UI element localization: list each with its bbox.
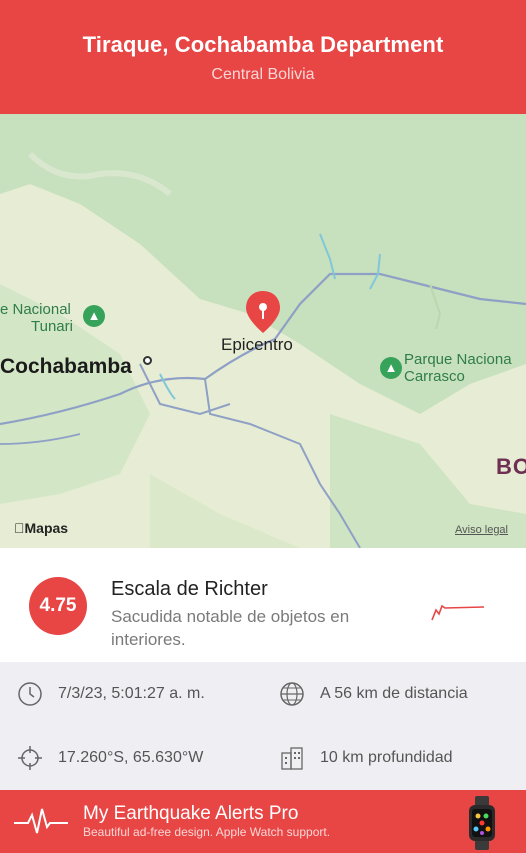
distance-text: A 56 km de distancia — [320, 685, 468, 702]
depth-text: 10 km profundidad — [320, 749, 453, 766]
park-tunari-line2: Tunari — [31, 318, 73, 335]
park-carrasco-line2: Carrasco — [404, 368, 465, 385]
location-title: Tiraque, Cochabamba Department — [82, 32, 444, 57]
tree-icon: ▲ — [380, 357, 402, 379]
datetime-row: 7/3/23, 5:01:27 a. m. — [16, 680, 205, 708]
location-subtitle: Central Bolivia — [211, 66, 315, 83]
promo-banner[interactable]: My Earthquake Alerts Pro Beautiful ad-fr… — [0, 790, 526, 853]
park-carrasco-label[interactable]: Parque Naciona Carrasco — [404, 351, 512, 385]
coordinates-text: 17.260°S, 65.630°W — [58, 749, 204, 766]
maps-brand-text: Mapas — [14, 520, 69, 536]
clock-icon — [16, 680, 44, 708]
promo-subtitle: Beautiful ad-free design. Apple Watch su… — [83, 825, 331, 839]
country-label: BO — [496, 454, 526, 479]
city-cochabamba-label[interactable]: Cochabamba — [0, 356, 132, 377]
park-tunari-line1: e Nacional — [0, 301, 71, 318]
building-icon — [278, 744, 306, 772]
globe-icon — [278, 680, 306, 708]
heartbeat-icon — [14, 808, 68, 834]
details-panel: 7/3/23, 5:01:27 a. m. A 56 km de distanc… — [0, 662, 526, 790]
map-view[interactable]: ▲ e Nacional Tunari Cochabamba Epicentro… — [0, 114, 526, 548]
city-dot-icon — [143, 356, 152, 365]
park-tunari-label[interactable]: e Nacional Tunari — [0, 301, 73, 335]
maps-logo: Mapas — [14, 520, 68, 536]
depth-row: 10 km profundidad — [278, 744, 453, 772]
scale-title: Escala de Richter — [111, 578, 268, 600]
promo-title: My Earthquake Alerts Pro — [83, 803, 299, 824]
apple-watch-icon — [469, 796, 495, 850]
scale-description: Sacudida notable de objetos en interiore… — [111, 607, 350, 649]
apple-logo-icon:  — [14, 520, 25, 536]
datetime-text: 7/3/23, 5:01:27 a. m. — [58, 685, 205, 702]
seismograph-icon — [431, 604, 485, 621]
crosshair-icon — [16, 744, 44, 772]
coordinates-row: 17.260°S, 65.630°W — [16, 744, 203, 772]
location-header: Tiraque, Cochabamba Department Central B… — [0, 0, 526, 114]
epicenter-label: Epicentro — [221, 335, 293, 354]
distance-row: A 56 km de distancia — [278, 680, 468, 708]
epicenter-pin-icon[interactable] — [244, 289, 282, 335]
magnitude-badge: 4.75 — [29, 577, 87, 635]
park-carrasco-line1: Parque Naciona — [404, 351, 512, 368]
legal-link[interactable]: Aviso legal — [455, 524, 508, 536]
tree-icon: ▲ — [83, 305, 105, 327]
